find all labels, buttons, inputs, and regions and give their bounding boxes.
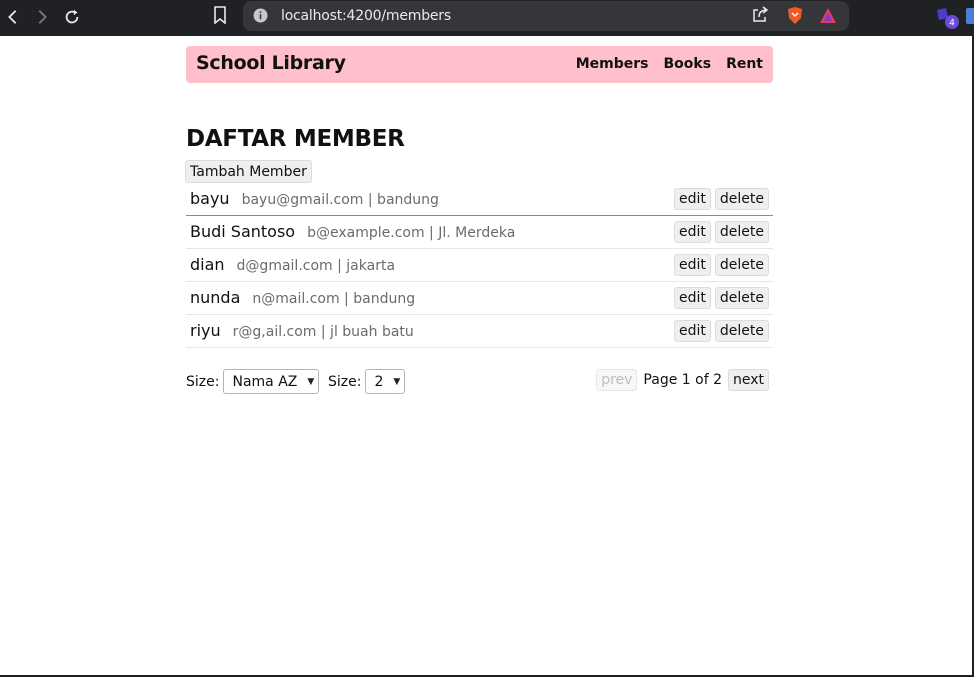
page-size-value: 2	[374, 373, 384, 390]
chevron-down-icon: ▼	[307, 376, 315, 387]
delete-button[interactable]: delete	[714, 221, 769, 243]
nav-link-books[interactable]: Books	[664, 56, 712, 72]
site-info-icon[interactable]	[253, 8, 268, 23]
reload-icon[interactable]	[62, 7, 82, 27]
sort-label: Size:	[186, 373, 220, 390]
brand-title[interactable]: School Library	[196, 52, 346, 74]
member-row: riyu r@g,ail.com | jl buah batu edit dele…	[186, 315, 773, 348]
edit-button[interactable]: edit	[674, 221, 711, 243]
address-bar[interactable]: localhost:4200/members	[243, 1, 849, 31]
extension-partial-icon[interactable]	[966, 8, 974, 24]
nav-link-rent[interactable]: Rent	[726, 56, 763, 72]
pagination: prev Page 1 of 2 next	[596, 369, 769, 391]
edit-button[interactable]: edit	[674, 188, 711, 210]
delete-button[interactable]: delete	[714, 254, 769, 276]
edit-button[interactable]: edit	[674, 287, 711, 309]
extension-icon[interactable]: 4	[934, 6, 960, 30]
list-toolbar: Size: Nama AZ ▼ Size: 2 ▼ prev Page 1 of…	[186, 368, 773, 394]
sort-select-value: Nama AZ	[232, 373, 298, 390]
browser-toolbar: localhost:4200/members 4	[0, 0, 974, 36]
extension-badge: 4	[949, 19, 955, 29]
member-row: bayu bayu@gmail.com | bandung edit delete	[186, 183, 773, 216]
page-title: DAFTAR MEMBER	[186, 126, 405, 152]
size-label: Size:	[328, 373, 362, 390]
page-info: Page 1 of 2	[643, 372, 722, 388]
add-member-button[interactable]: Tambah Member	[185, 160, 312, 183]
next-button[interactable]: next	[727, 369, 769, 391]
member-name: nunda	[190, 288, 241, 307]
bookmark-icon[interactable]	[212, 6, 228, 25]
sort-select[interactable]: Nama AZ ▼	[223, 369, 320, 394]
delete-button[interactable]: delete	[714, 188, 769, 210]
url-text[interactable]: localhost:4200/members	[281, 8, 451, 24]
forward-icon[interactable]	[32, 7, 52, 27]
member-name: dian	[190, 255, 225, 274]
prev-button[interactable]: prev	[596, 369, 638, 391]
member-detail: b@example.com | Jl. Merdeka	[307, 225, 516, 241]
page-size-select[interactable]: 2 ▼	[365, 369, 406, 394]
member-name: bayu	[190, 189, 230, 208]
member-name: riyu	[190, 321, 221, 340]
share-icon[interactable]	[751, 6, 769, 24]
member-detail: d@gmail.com | jakarta	[236, 258, 396, 274]
edit-button[interactable]: edit	[674, 254, 711, 276]
app-navbar: School Library Members Books Rent	[186, 46, 773, 83]
member-name: Budi Santoso	[190, 222, 296, 241]
member-row: dian d@gmail.com | jakarta edit delete	[186, 249, 773, 282]
nav-link-members[interactable]: Members	[576, 56, 649, 72]
edit-button[interactable]: edit	[674, 320, 711, 342]
delete-button[interactable]: delete	[714, 320, 769, 342]
chevron-down-icon: ▼	[393, 376, 401, 387]
member-detail: r@g,ail.com | jl buah batu	[232, 324, 414, 340]
back-icon[interactable]	[3, 7, 23, 27]
member-detail: n@mail.com | bandung	[252, 291, 416, 307]
delete-button[interactable]: delete	[714, 287, 769, 309]
member-row: Budi Santoso b@example.com | Jl. Merdeka …	[186, 216, 773, 249]
brave-rewards-icon[interactable]	[819, 7, 837, 24]
brave-shields-icon[interactable]	[786, 6, 804, 25]
member-list: bayu bayu@gmail.com | bandung edit delete…	[186, 183, 773, 348]
member-detail: bayu@gmail.com | bandung	[241, 192, 439, 208]
member-row: nunda n@mail.com | bandung edit delete	[186, 282, 773, 315]
nav-links: Members Books Rent	[576, 56, 763, 72]
